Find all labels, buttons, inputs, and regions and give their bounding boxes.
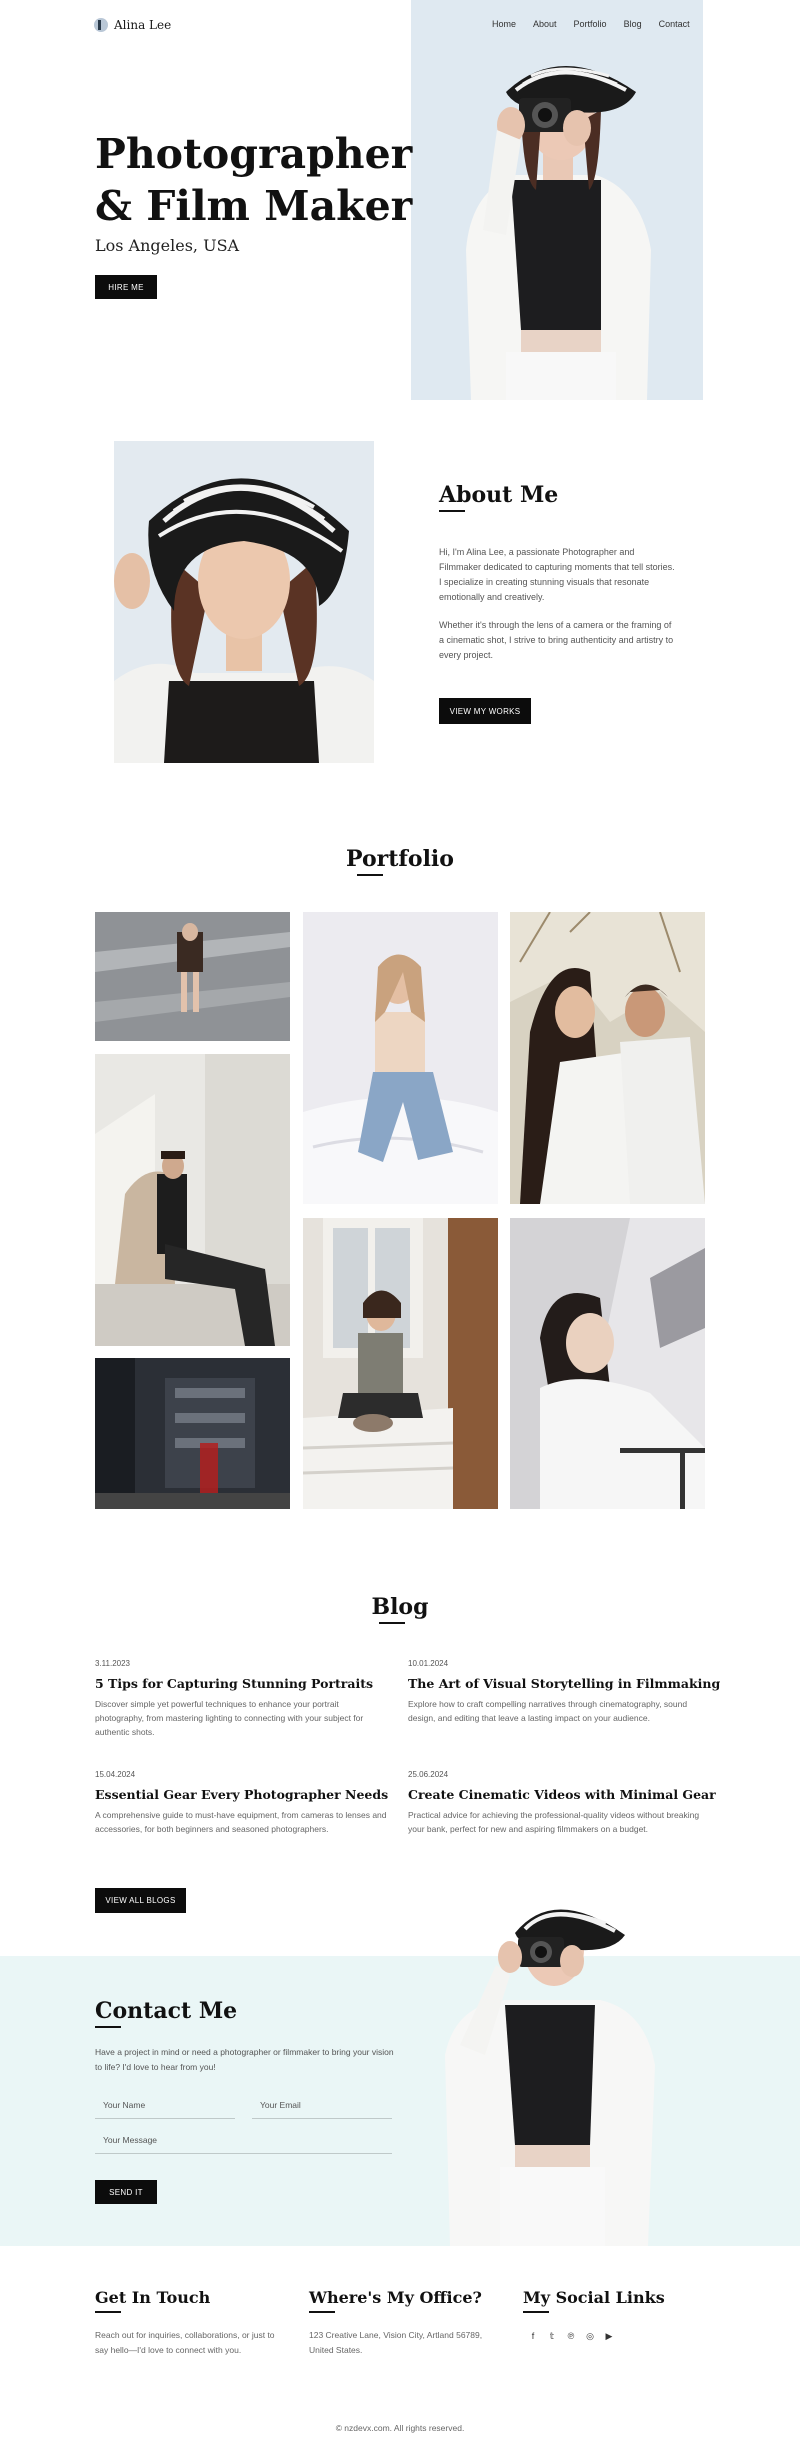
message-field[interactable]: Your Message (95, 2135, 392, 2154)
about-title-underline (439, 510, 465, 512)
portfolio-image-5[interactable] (303, 1218, 498, 1509)
office-underline (309, 2311, 335, 2313)
blog-post-title[interactable]: Essential Gear Every Photographer Needs (95, 1787, 388, 1802)
blog-post-title[interactable]: 5 Tips for Capturing Stunning Portraits (95, 1676, 387, 1691)
blog-post-date: 15.04.2024 (95, 1770, 136, 1779)
copyright: © nzdevx.com. All rights reserved. (335, 2423, 465, 2433)
get-in-touch-text: Reach out for inquiries, collaborations,… (95, 2330, 275, 2355)
nav-home[interactable]: Home (492, 19, 516, 29)
nav-portfolio[interactable]: Portfolio (574, 19, 607, 29)
blog-post-title[interactable]: The Art of Visual Storytelling in Filmma… (408, 1676, 720, 1691)
logo[interactable]: Alina Lee (94, 18, 171, 32)
blog-post-date: 3.11.2023 (95, 1659, 130, 1668)
nav-blog[interactable]: Blog (624, 19, 642, 29)
about-photo (114, 441, 374, 763)
get-in-touch-title: Get In Touch (95, 2288, 211, 2307)
blog-title-underline (379, 1622, 405, 1624)
nav-contact[interactable]: Contact (659, 19, 690, 29)
twitter-icon[interactable]: 𝕥 (547, 2331, 557, 2341)
about-title: About Me (439, 482, 559, 508)
blog-post-desc: A comprehensive guide to must-have equip… (95, 1810, 387, 1834)
blog-post-desc: Explore how to craft compelling narrativ… (408, 1699, 688, 1723)
office-title: Where's My Office? (309, 2288, 482, 2307)
social-title: My Social Links (523, 2288, 665, 2307)
portfolio-title: Portfolio (346, 846, 454, 872)
social-links: f 𝕥 ℗ ◎ ▶ (528, 2331, 614, 2342)
hero-title-line1: Photographer (95, 130, 413, 178)
hero-title-line2: & Film Maker (95, 182, 413, 230)
nav-about[interactable]: About (533, 19, 557, 29)
about-paragraph-2: Whether it's through the lens of a camer… (439, 620, 674, 660)
email-field[interactable]: Your Email (252, 2100, 392, 2119)
portfolio-image-1[interactable] (95, 912, 290, 1041)
hero-subtitle: Los Angeles, USA (95, 236, 240, 255)
contact-title: Contact Me (95, 1998, 238, 2024)
hire-me-button[interactable]: HIRE ME (95, 275, 157, 299)
youtube-icon[interactable]: ▶ (604, 2331, 614, 2341)
name-field[interactable]: Your Name (95, 2100, 235, 2119)
view-all-blogs-button[interactable]: VIEW ALL BLOGS (95, 1888, 186, 1913)
view-my-works-button[interactable]: VIEW MY WORKS (439, 698, 531, 724)
email-placeholder: Your Email (260, 2100, 301, 2110)
blog-post-title[interactable]: Create Cinematic Videos with Minimal Gea… (408, 1787, 716, 1802)
portfolio-image-4[interactable] (303, 912, 498, 1204)
blog-post-desc: Discover simple yet powerful techniques … (95, 1699, 364, 1737)
blog-post-desc: Practical advice for achieving the profe… (408, 1810, 700, 1834)
facebook-icon[interactable]: f (528, 2331, 538, 2341)
instagram-icon[interactable]: ◎ (585, 2331, 595, 2341)
contact-title-underline (95, 2026, 121, 2028)
main-nav: Home About Portfolio Blog Contact (492, 19, 690, 29)
hero-photo (411, 0, 703, 400)
blog-post-4[interactable]: 25.06.2024 Create Cinematic Videos with … (408, 1770, 716, 1836)
blog-post-1[interactable]: 3.11.2023 5 Tips for Capturing Stunning … (95, 1659, 387, 1739)
name-placeholder: Your Name (103, 2100, 146, 2110)
blog-title: Blog (371, 1594, 429, 1620)
pinterest-icon[interactable]: ℗ (566, 2331, 576, 2341)
blog-post-date: 25.06.2024 (408, 1770, 449, 1779)
logo-icon (94, 18, 108, 32)
hero-title: Photographer & Film Maker (95, 128, 415, 232)
blog-post-date: 10.01.2024 (408, 1659, 449, 1668)
get-in-touch-underline (95, 2311, 121, 2313)
social-underline (523, 2311, 549, 2313)
contact-photo (430, 1895, 665, 2246)
message-placeholder: Your Message (103, 2135, 158, 2145)
blog-post-2[interactable]: 10.01.2024 The Art of Visual Storytellin… (408, 1659, 720, 1725)
contact-paragraph: Have a project in mind or need a photogr… (95, 2047, 394, 2072)
portfolio-title-underline (357, 874, 383, 876)
about-paragraph-1: Hi, I'm Alina Lee, a passionate Photogra… (439, 547, 675, 602)
logo-text: Alina Lee (114, 18, 172, 32)
portfolio-image-6[interactable] (510, 912, 705, 1204)
office-text: 123 Creative Lane, Vision City, Artland … (309, 2330, 483, 2355)
send-it-button[interactable]: SEND IT (95, 2180, 157, 2204)
portfolio-image-3[interactable] (95, 1358, 290, 1509)
blog-post-3[interactable]: 15.04.2024 Essential Gear Every Photogra… (95, 1770, 388, 1836)
portfolio-image-7[interactable] (510, 1218, 705, 1509)
portfolio-image-2[interactable] (95, 1054, 290, 1346)
